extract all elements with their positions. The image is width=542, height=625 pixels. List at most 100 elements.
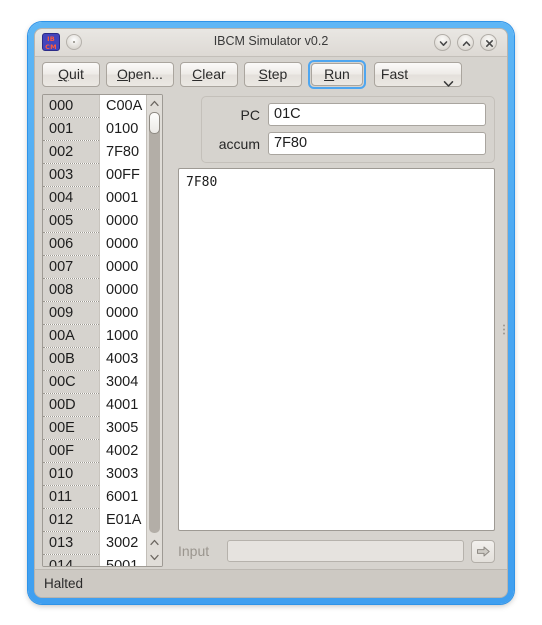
run-button[interactable]: Run: [310, 63, 363, 86]
accum-field[interactable]: 7F80: [268, 132, 486, 155]
memory-value[interactable]: 0000: [99, 255, 146, 279]
memory-address: 012: [43, 508, 100, 532]
quit-accel: Q: [58, 66, 70, 82]
memory-address: 002: [43, 140, 100, 164]
memory-row[interactable]: 00B 4003: [43, 347, 146, 371]
memory-value[interactable]: 0000: [99, 301, 146, 325]
memory-row[interactable]: 011 6001: [43, 485, 146, 509]
memory-row[interactable]: 00F 4002: [43, 439, 146, 463]
run-accel: R: [324, 66, 335, 82]
memory-row[interactable]: 00D 4001: [43, 393, 146, 417]
speed-select-value: Fast: [380, 66, 409, 82]
accum-label: accum: [218, 135, 260, 152]
input-submit-button[interactable]: [471, 539, 495, 563]
memory-row[interactable]: 005 0000: [43, 209, 146, 233]
memory-value[interactable]: 3002: [99, 531, 146, 555]
memory-value[interactable]: 5001: [99, 554, 146, 566]
memory-row[interactable]: 00C 3004: [43, 370, 146, 394]
right-pane: PC 01C accum 7F80 7F80 Input: [171, 94, 500, 567]
memory-row[interactable]: 013 3002: [43, 531, 146, 555]
memory-value[interactable]: 00FF: [99, 163, 146, 187]
memory-value[interactable]: 4001: [99, 393, 146, 417]
memory-row[interactable]: 010 3003: [43, 462, 146, 486]
memory-value[interactable]: 0100: [99, 117, 146, 141]
speed-select[interactable]: Fast: [373, 62, 462, 87]
pc-label: PC: [240, 106, 260, 123]
maximize-button[interactable]: [457, 34, 474, 51]
memory-address: 008: [43, 278, 100, 302]
chevron-up-icon: [462, 41, 471, 46]
memory-row[interactable]: 012 E01A: [43, 508, 146, 532]
memory-row[interactable]: 006 0000: [43, 232, 146, 256]
memory-value[interactable]: 4002: [99, 439, 146, 463]
memory-row[interactable]: 008 0000: [43, 278, 146, 302]
memory-value[interactable]: 0000: [99, 209, 146, 233]
memory-value[interactable]: 3003: [99, 462, 146, 486]
memory-address: 001: [43, 117, 100, 141]
memory-row[interactable]: 00A 1000: [43, 324, 146, 348]
scroll-up-icon[interactable]: [147, 96, 162, 111]
memory-row[interactable]: 004 0001: [43, 186, 146, 210]
memory-value[interactable]: 0001: [99, 186, 146, 210]
memory-vertical-scrollbar[interactable]: [146, 95, 162, 566]
memory-value[interactable]: E01A: [99, 508, 146, 532]
step-accel: S: [258, 66, 268, 82]
memory-address: 00E: [43, 416, 100, 440]
memory-row[interactable]: 014 5001: [43, 554, 146, 566]
memory-row[interactable]: 001 0100: [43, 117, 146, 141]
memory-row[interactable]: 003 00FF: [43, 163, 146, 187]
memory-row[interactable]: 009 0000: [43, 301, 146, 325]
input-row: Input: [178, 535, 495, 567]
memory-row[interactable]: 000 C00A: [43, 95, 146, 118]
accum-row: accum 7F80: [210, 132, 486, 155]
memory-value[interactable]: 0000: [99, 278, 146, 302]
memory-address: 009: [43, 301, 100, 325]
status-bar: Halted: [35, 569, 507, 597]
close-button[interactable]: [480, 34, 497, 51]
memory-value[interactable]: 3004: [99, 370, 146, 394]
scroll-up-secondary-icon[interactable]: [147, 535, 162, 550]
resize-grip[interactable]: [503, 324, 506, 335]
memory-row[interactable]: 007 0000: [43, 255, 146, 279]
memory-listing[interactable]: 000 C00A 001 0100 002 7F80 003 00FF 004 0001 005 00…: [42, 94, 163, 567]
memory-value[interactable]: C00A: [99, 95, 146, 118]
pc-field[interactable]: 01C: [268, 103, 486, 126]
memory-address: 006: [43, 232, 100, 256]
step-button[interactable]: Step: [243, 62, 302, 87]
minimize-button[interactable]: [434, 34, 451, 51]
memory-value[interactable]: 4003: [99, 347, 146, 371]
scrollbar-thumb[interactable]: [149, 112, 160, 134]
memory-address: 005: [43, 209, 100, 233]
memory-row[interactable]: 002 7F80: [43, 140, 146, 164]
input-field[interactable]: [227, 540, 464, 562]
memory-address: 00C: [43, 370, 100, 394]
memory-value[interactable]: 6001: [99, 485, 146, 509]
memory-value[interactable]: 7F80: [99, 140, 146, 164]
memory-value[interactable]: 1000: [99, 324, 146, 348]
status-text: Halted: [44, 576, 84, 591]
quit-label-rest: uit: [69, 66, 84, 82]
step-label-rest: tep: [267, 66, 288, 82]
memory-address: 00F: [43, 439, 100, 463]
memory-address: 00A: [43, 324, 100, 348]
open-label-rest: pen...: [127, 66, 163, 82]
clear-accel: C: [192, 66, 203, 82]
memory-table: 000 C00A 001 0100 002 7F80 003 00FF 004 0001 005 00…: [43, 95, 146, 566]
memory-row[interactable]: 00E 3005: [43, 416, 146, 440]
quit-button[interactable]: Quit: [42, 62, 100, 87]
memory-address: 004: [43, 186, 100, 210]
scrollbar-track[interactable]: [149, 112, 160, 533]
memory-value[interactable]: 3005: [99, 416, 146, 440]
scroll-down-icon[interactable]: [147, 550, 162, 565]
clear-label-rest: lear: [202, 66, 226, 82]
memory-address: 003: [43, 163, 100, 187]
memory-value[interactable]: 0000: [99, 232, 146, 256]
clear-button[interactable]: Clear: [179, 62, 238, 87]
registers-group: PC 01C accum 7F80: [201, 96, 495, 163]
pc-row: PC 01C: [210, 103, 486, 126]
close-icon: [486, 40, 493, 47]
input-label: Input: [178, 543, 210, 559]
output-console[interactable]: 7F80: [178, 168, 495, 531]
window-inner: IB CM IBCM Simulator v0.2 Quit Open... C…: [34, 28, 508, 598]
open-button[interactable]: Open...: [106, 62, 174, 87]
